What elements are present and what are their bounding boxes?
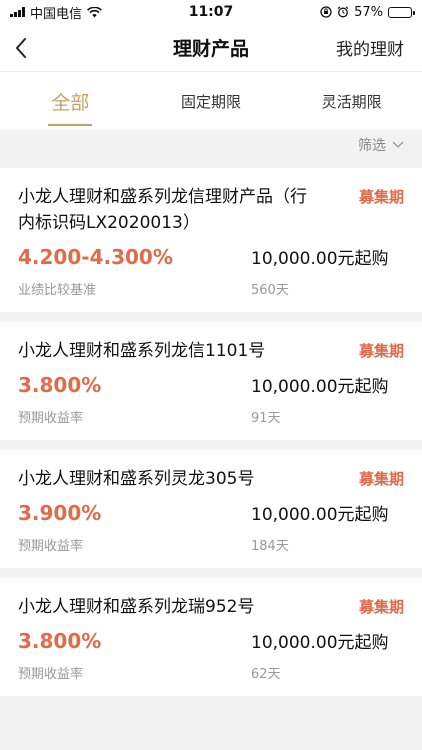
product-name: 小龙人理财和盛系列龙瑞952号 [18, 597, 255, 617]
product-rate: 3.800% [18, 373, 102, 397]
min-purchase: 10,000.00元起购 [251, 249, 389, 269]
filter-button[interactable]: 筛选 [358, 135, 404, 155]
signal-icon [10, 7, 25, 17]
filter-label: 筛选 [358, 138, 386, 154]
tab-bar: 全部 固定期限 灵活期限 [0, 72, 422, 130]
carrier-name: 中国电信 [30, 6, 83, 22]
product-term: 184天 [251, 539, 289, 554]
status-badge: 募集期 [358, 470, 404, 488]
status-right: 57% [320, 4, 415, 20]
tab-fixed-term-label: 固定期限 [181, 92, 242, 111]
min-purchase: 10,000.00元起购 [251, 377, 389, 397]
filter-row: 筛选 [0, 130, 422, 160]
wifi-icon [87, 6, 102, 17]
alarm-icon [337, 6, 349, 18]
min-purchase: 10,000.00元起购 [251, 505, 389, 525]
rate-label: 预期收益率 [18, 539, 84, 554]
product-card[interactable]: 小龙人理财和盛系列龙信理财产品（行内标识码LX2020013） 募集期 4.20… [0, 168, 422, 312]
product-name: 小龙人理财和盛系列灵龙305号 [18, 469, 255, 489]
status-badge: 募集期 [358, 342, 404, 360]
product-rate: 3.800% [18, 629, 102, 653]
battery-icon [388, 6, 415, 18]
status-left: 中国电信 [10, 3, 102, 22]
product-rate: 4.200-4.300% [18, 245, 173, 269]
chevron-down-icon [392, 141, 404, 148]
tab-flexible-term-label: 灵活期限 [321, 92, 382, 111]
product-card[interactable]: 小龙人理财和盛系列龙瑞952号 募集期 3.800% 10,000.00元起购 … [0, 578, 422, 696]
tab-fixed-term[interactable]: 固定期限 [141, 72, 282, 130]
rate-label: 预期收益率 [18, 667, 84, 682]
product-term: 62天 [251, 667, 281, 682]
rate-label: 业绩比较基准 [18, 283, 97, 298]
rate-label: 预期收益率 [18, 411, 84, 426]
status-badge: 募集期 [358, 188, 404, 206]
chevron-left-icon [16, 37, 26, 58]
battery-percent: 57% [354, 4, 383, 20]
product-name: 小龙人理财和盛系列龙信理财产品（行内标识码LX2020013） [18, 187, 307, 233]
nav-bar: 理财产品 我的理财 [0, 24, 422, 72]
product-term: 560天 [251, 283, 289, 298]
my-finance-link[interactable]: 我的理财 [336, 35, 404, 60]
tab-all[interactable]: 全部 [0, 72, 141, 130]
product-rate: 3.900% [18, 501, 102, 525]
status-badge: 募集期 [358, 598, 404, 616]
tab-all-label: 全部 [51, 91, 90, 114]
min-purchase: 10,000.00元起购 [251, 633, 389, 653]
tab-active-indicator [48, 124, 93, 126]
product-card[interactable]: 小龙人理财和盛系列龙信1101号 募集期 3.800% 10,000.00元起购… [0, 322, 422, 440]
back-button[interactable] [14, 33, 44, 63]
product-card[interactable]: 小龙人理财和盛系列灵龙305号 募集期 3.900% 10,000.00元起购 … [0, 450, 422, 568]
product-term: 91天 [251, 411, 281, 426]
product-name: 小龙人理财和盛系列龙信1101号 [18, 341, 266, 361]
rotation-lock-icon [320, 6, 332, 18]
status-bar: 中国电信 11:07 57% [0, 0, 422, 24]
tab-flexible-term[interactable]: 灵活期限 [281, 72, 422, 130]
product-list: 小龙人理财和盛系列龙信理财产品（行内标识码LX2020013） 募集期 4.20… [0, 160, 422, 696]
